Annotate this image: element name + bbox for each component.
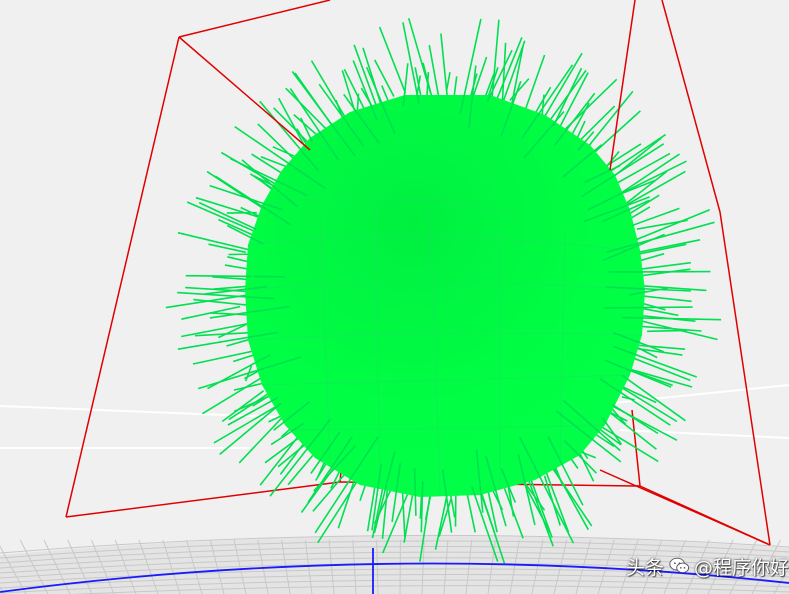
account-name: @程序你好 <box>694 556 789 579</box>
wechat-like-chat-icon <box>669 557 690 574</box>
platform-label: 头条 <box>626 556 665 579</box>
watermark: 头条 @程序你好 <box>626 552 789 580</box>
normal-line <box>604 306 693 309</box>
3d-viewport[interactable]: 头条 @程序你好 <box>0 0 789 594</box>
scene-canvas[interactable] <box>0 0 789 594</box>
normal-line <box>647 329 688 333</box>
normal-line <box>185 274 285 278</box>
